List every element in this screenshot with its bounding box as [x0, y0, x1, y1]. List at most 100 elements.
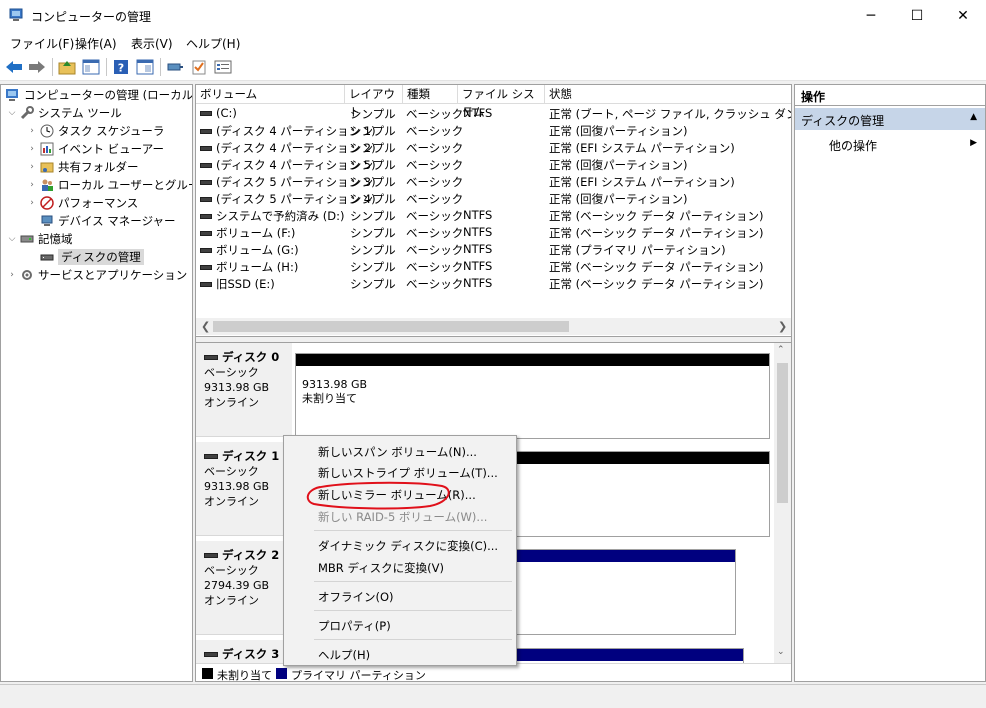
chevron-right-icon[interactable]: ›: [25, 198, 39, 208]
volume-row[interactable]: システムで予約済み (D:) シンプル ベーシック NTFS 正常 (ベーシック データ…: [196, 207, 791, 224]
scroll-up-icon[interactable]: ⌃: [777, 345, 785, 355]
cell-volume: (C:): [200, 106, 237, 120]
cell-layout: シンプル: [350, 277, 396, 291]
vscroll-thumb[interactable]: [777, 363, 788, 503]
tree-services-apps[interactable]: › サービスとアプリケーション: [5, 266, 187, 284]
chevron-down-icon[interactable]: ⌵: [5, 108, 19, 118]
cell-type: ベーシック: [406, 226, 464, 240]
tree-performance[interactable]: › パフォーマンス: [25, 194, 138, 212]
minimize-button[interactable]: ─: [848, 0, 894, 31]
show-hide-tree-icon[interactable]: [81, 57, 101, 77]
console-view-icon[interactable]: [135, 57, 155, 77]
actions-section-disk-management[interactable]: ディスクの管理 ▲: [795, 108, 985, 130]
col-header-volume[interactable]: ボリューム: [196, 85, 345, 104]
pane-splitter[interactable]: [196, 336, 791, 343]
volume-row[interactable]: ボリューム (H:) シンプル ベーシック NTFS 正常 (ベーシック データ パーテ…: [196, 258, 791, 275]
col-header-status[interactable]: 状態: [545, 85, 791, 104]
tools-icon: [19, 105, 35, 121]
scroll-down-icon[interactable]: ⌄: [777, 647, 785, 657]
collapse-icon[interactable]: ▲: [970, 112, 977, 122]
check-icon[interactable]: [189, 57, 209, 77]
back-arrow-icon[interactable]: [4, 57, 24, 77]
hscroll-thumb[interactable]: [213, 321, 569, 332]
cell-status: 正常 (プライマリ パーティション): [549, 243, 726, 257]
menu-new-striped-volume[interactable]: 新しいストライプ ボリューム(T)...: [287, 461, 513, 482]
cell-status: 正常 (ベーシック データ パーティション): [549, 277, 764, 291]
chevron-down-icon[interactable]: ⌵: [5, 234, 19, 244]
cell-type: ベーシック: [406, 260, 464, 274]
volume-icon: [200, 180, 212, 185]
task-scheduler-icon: [39, 123, 55, 139]
cell-status: 正常 (EFI システム パーティション): [549, 141, 735, 155]
col-header-type[interactable]: 種類: [403, 85, 458, 104]
cell-layout: シンプル: [350, 158, 396, 172]
menu-help[interactable]: ヘルプ(H): [186, 35, 240, 52]
volume-icon: [200, 214, 212, 219]
volume-icon: [200, 163, 212, 168]
menu-new-spanned-volume[interactable]: 新しいスパン ボリューム(N)...: [287, 440, 513, 461]
cell-status: 正常 (ベーシック データ パーティション): [549, 226, 764, 240]
computer-management-icon: [9, 8, 23, 21]
volume-list-hscroll[interactable]: ❮ ❯: [196, 318, 791, 335]
volume-row[interactable]: (ディスク 4 パーティション 2) シンプル ベーシック 正常 (EFI システム …: [196, 139, 791, 156]
chevron-right-icon[interactable]: ›: [25, 126, 39, 136]
menu-bar: ファイル(F) 操作(A) 表示(V) ヘルプ(H): [0, 31, 986, 53]
volume-row[interactable]: ボリューム (F:) シンプル ベーシック NTFS 正常 (ベーシック データ パーテ…: [196, 224, 791, 241]
disk-2-label[interactable]: ディスク 2 ベーシック 2794.39 GB オンライン: [196, 541, 292, 635]
scroll-left-icon[interactable]: ❮: [201, 320, 210, 333]
tree-storage[interactable]: ⌵ 記憶域: [5, 230, 73, 248]
volume-row[interactable]: (ディスク 4 パーティション 5) シンプル ベーシック 正常 (回復パーティション…: [196, 156, 791, 173]
col-header-layout[interactable]: レイアウト: [345, 85, 403, 119]
menu-convert-dynamic[interactable]: ダイナミック ディスクに変換(C)...: [287, 534, 513, 555]
properties-icon[interactable]: [213, 57, 233, 77]
tree-system-tools[interactable]: ⌵ システム ツール: [5, 104, 122, 122]
menu-action[interactable]: 操作(A): [75, 35, 117, 52]
volume-row[interactable]: (ディスク 5 パーティション 4) シンプル ベーシック 正常 (回復パーティション…: [196, 190, 791, 207]
volume-row[interactable]: 旧SSD (E:) シンプル ベーシック NTFS 正常 (ベーシック データ パーティ…: [196, 275, 791, 292]
services-icon: [19, 267, 35, 283]
chevron-right-icon[interactable]: ›: [25, 162, 39, 172]
disk-1-label[interactable]: ディスク 1 ベーシック 9313.98 GB オンライン: [196, 442, 292, 536]
actions-other[interactable]: 他の操作 ▶: [795, 135, 985, 155]
disk-0-label[interactable]: ディスク 0 ベーシック 9313.98 GB オンライン: [196, 343, 292, 437]
connect-icon[interactable]: [165, 57, 185, 77]
scroll-right-icon[interactable]: ❯: [778, 320, 787, 333]
menu-new-mirrored-volume[interactable]: 新しいミラー ボリューム(R)...: [287, 483, 513, 504]
volume-row[interactable]: (C:) シンプル ベーシック NTFS 正常 (ブート, ページ ファイル, クラッシ…: [196, 105, 791, 122]
tree-task-scheduler[interactable]: › タスク スケジューラ: [25, 122, 164, 140]
forward-arrow-icon[interactable]: [27, 57, 47, 77]
tree-root[interactable]: コンピューターの管理 (ローカル): [5, 86, 192, 104]
menu-view[interactable]: 表示(V): [131, 35, 173, 52]
chevron-right-icon[interactable]: ›: [25, 144, 39, 154]
disk-3-label[interactable]: ディスク 3: [196, 640, 292, 663]
cell-volume: ボリューム (F:): [200, 225, 295, 241]
up-folder-icon[interactable]: [57, 57, 77, 77]
menu-help[interactable]: ヘルプ(H): [287, 643, 513, 664]
close-button[interactable]: ✕: [940, 0, 986, 31]
menu-file[interactable]: ファイル(F): [10, 35, 74, 52]
tree-shared-folders[interactable]: › 共有フォルダー: [25, 158, 138, 176]
toolbar: ?: [0, 53, 986, 81]
tree-device-manager[interactable]: デバイス マネージャー: [39, 212, 176, 230]
menu-offline[interactable]: オフライン(O): [287, 585, 513, 606]
cell-type: ベーシック: [406, 277, 464, 291]
chevron-right-icon[interactable]: ›: [5, 270, 19, 280]
tree-event-viewer[interactable]: › イベント ビューアー: [25, 140, 164, 158]
col-header-fs[interactable]: ファイル システム: [458, 85, 545, 119]
menu-convert-mbr[interactable]: MBR ディスクに変換(V): [287, 556, 513, 577]
disk-0-partition[interactable]: 9313.98 GB 未割り当て: [295, 353, 770, 439]
cell-layout: シンプル: [350, 141, 396, 155]
volume-row[interactable]: ボリューム (G:) シンプル ベーシック NTFS 正常 (プライマリ パーティション…: [196, 241, 791, 258]
volume-icon: [200, 231, 212, 236]
volume-row[interactable]: (ディスク 4 パーティション 1) シンプル ベーシック 正常 (回復パーティション…: [196, 122, 791, 139]
maximize-button[interactable]: ☐: [894, 0, 940, 31]
chevron-right-icon[interactable]: ›: [25, 180, 39, 190]
volume-row[interactable]: (ディスク 5 パーティション 3) シンプル ベーシック 正常 (EFI システム …: [196, 173, 791, 190]
tree-local-users[interactable]: › ローカル ユーザーとグループ: [25, 176, 192, 194]
menu-properties[interactable]: プロパティ(P): [287, 614, 513, 635]
help-icon[interactable]: ?: [111, 57, 131, 77]
disk-context-menu: 新しいスパン ボリューム(N)... 新しいストライプ ボリューム(T)... …: [283, 435, 517, 666]
tree-disk-management[interactable]: ディスクの管理: [39, 248, 144, 266]
disk-view-vscroll[interactable]: ⌃ ⌄: [774, 343, 791, 663]
shared-folder-icon: [39, 159, 55, 175]
